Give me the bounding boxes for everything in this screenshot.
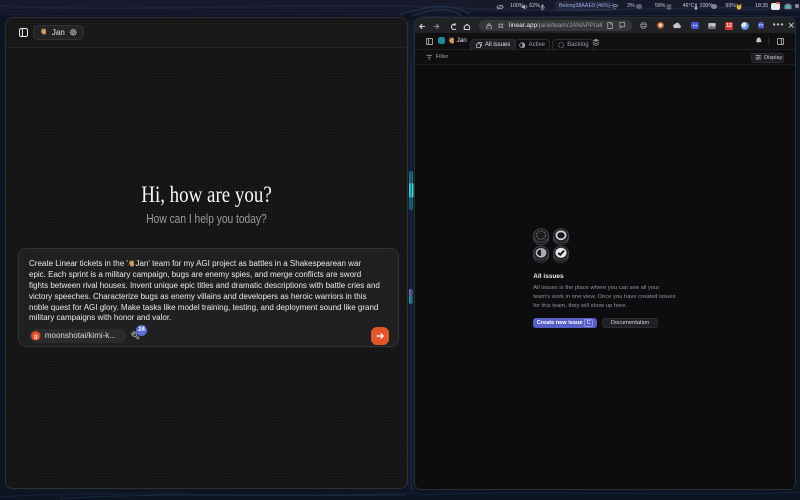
svg-text:g: g — [34, 333, 38, 340]
